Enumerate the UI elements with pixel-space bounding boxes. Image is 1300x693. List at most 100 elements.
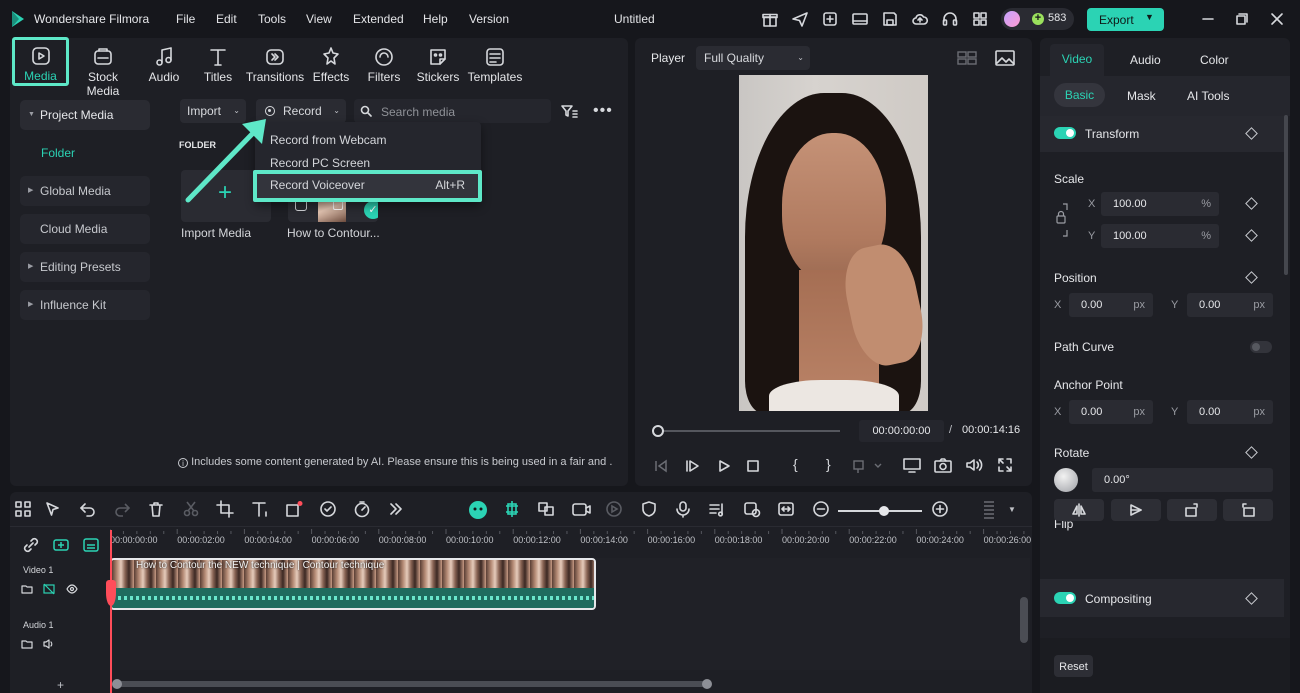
position-keyframe-icon[interactable] xyxy=(1245,271,1258,284)
speaker-icon[interactable] xyxy=(43,638,55,650)
tab-audio[interactable]: Audio xyxy=(134,42,194,88)
menu-edit[interactable]: Edit xyxy=(216,12,237,26)
audio-mix-icon[interactable] xyxy=(708,500,728,520)
minimize-icon[interactable] xyxy=(1199,10,1217,28)
grid-view-icon[interactable] xyxy=(957,50,977,66)
tab-titles[interactable]: Titles xyxy=(188,42,248,88)
play-icon[interactable] xyxy=(716,458,732,474)
stop-icon[interactable] xyxy=(745,458,761,474)
fullscreen-icon[interactable] xyxy=(997,457,1013,473)
play-reverse-icon[interactable] xyxy=(684,458,700,474)
mark-out-icon[interactable]: } xyxy=(826,456,831,472)
grid-apps-icon[interactable] xyxy=(971,10,989,28)
tab-video[interactable]: Video xyxy=(1050,44,1104,76)
zoom-slider[interactable] xyxy=(838,506,922,516)
flip-horizontal-button[interactable] xyxy=(1054,499,1104,521)
scrubber-handle[interactable] xyxy=(652,425,664,437)
subtab-basic[interactable]: Basic xyxy=(1054,83,1105,107)
tab-transitions[interactable]: Transitions xyxy=(244,42,306,88)
send-icon[interactable] xyxy=(791,10,809,28)
rotate-counterclockwise-button[interactable] xyxy=(1223,499,1273,521)
record-from-webcam-item[interactable]: Record from Webcam xyxy=(255,129,481,151)
crop-icon[interactable] xyxy=(216,500,236,520)
scale-x-field[interactable]: 100.00 % xyxy=(1101,192,1219,216)
undo-icon[interactable] xyxy=(79,500,99,520)
anchor-y-field[interactable]: 0.00 px xyxy=(1187,400,1273,424)
tab-audio[interactable]: Audio xyxy=(1130,53,1161,67)
prev-frame-icon[interactable] xyxy=(653,458,669,474)
close-icon[interactable] xyxy=(1268,10,1286,28)
current-time[interactable]: 00:00:00:00 xyxy=(859,420,944,442)
folder-lock-icon[interactable] xyxy=(21,583,33,595)
select-tool-icon[interactable] xyxy=(44,500,64,520)
split-icon[interactable] xyxy=(182,500,202,520)
layout-icon[interactable] xyxy=(851,10,869,28)
search-box[interactable]: Search media xyxy=(354,99,551,123)
gift-icon[interactable] xyxy=(761,10,779,28)
zoom-in-icon[interactable] xyxy=(931,500,951,520)
cloud-upload-icon[interactable] xyxy=(911,10,929,28)
snapshot-image-icon[interactable] xyxy=(995,49,1015,67)
tab-stickers[interactable]: Stickers xyxy=(408,42,468,88)
path-curve-toggle[interactable] xyxy=(1250,341,1272,353)
microphone-icon[interactable] xyxy=(674,500,694,520)
fit-timeline-icon[interactable] xyxy=(777,500,797,520)
compositing-toggle[interactable] xyxy=(1054,592,1076,604)
monitor-icon[interactable] xyxy=(903,457,921,473)
link-icon[interactable] xyxy=(22,536,42,556)
link-clips-icon[interactable] xyxy=(537,500,557,520)
tab-templates[interactable]: Templates xyxy=(464,42,526,88)
sidebar-item-influence-kit[interactable]: ▶ Influence Kit xyxy=(20,290,150,320)
tab-effects[interactable]: Effects xyxy=(301,42,361,88)
menu-extended[interactable]: Extended xyxy=(353,12,404,26)
menu-tools[interactable]: Tools xyxy=(258,12,286,26)
add-audio-track-icon[interactable] xyxy=(82,536,102,556)
anchor-x-field[interactable]: 0.00 px xyxy=(1069,400,1153,424)
add-track-icon[interactable]: + xyxy=(57,678,64,692)
sidebar-item-editing-presets[interactable]: ▶ Editing Presets xyxy=(20,252,150,282)
filter-sort-icon[interactable] xyxy=(560,102,578,120)
credits-badge[interactable]: + 583 xyxy=(1001,8,1074,30)
timeline-layout-icon[interactable] xyxy=(982,500,1002,520)
more-tools-icon[interactable] xyxy=(387,500,407,520)
properties-scrollbar[interactable] xyxy=(1284,115,1288,275)
clip-label[interactable]: How to Contour... xyxy=(287,226,380,240)
auto-ripple-icon[interactable] xyxy=(571,500,591,520)
delete-icon[interactable] xyxy=(147,500,167,520)
video-clip[interactable]: How to Contour the NEW technique | Conto… xyxy=(110,558,596,610)
menu-version[interactable]: Version xyxy=(469,12,509,26)
sidebar-item-folder[interactable]: Folder xyxy=(41,146,75,160)
scale-y-keyframe-icon[interactable] xyxy=(1245,229,1258,242)
timeline-vertical-scrollbar[interactable] xyxy=(1020,597,1028,643)
quality-dropdown[interactable]: Full Quality ⌄ xyxy=(696,46,810,70)
folder-lock-icon[interactable] xyxy=(21,638,33,650)
add-video-track-icon[interactable] xyxy=(52,536,72,556)
snap-icon[interactable] xyxy=(503,500,523,520)
sidebar-item-cloud-media[interactable]: Cloud Media xyxy=(20,214,150,244)
save-icon[interactable] xyxy=(881,10,899,28)
headset-icon[interactable] xyxy=(941,10,959,28)
insert-marker-icon[interactable] xyxy=(851,458,883,474)
color-mask-icon[interactable] xyxy=(285,500,305,520)
ai-mate-icon[interactable] xyxy=(468,500,488,520)
sidebar-item-global-media[interactable]: ▶ Global Media xyxy=(20,176,150,206)
transform-toggle[interactable] xyxy=(1054,127,1076,139)
menu-file[interactable]: File xyxy=(176,12,195,26)
camera-snapshot-icon[interactable] xyxy=(934,457,952,473)
subtab-mask[interactable]: Mask xyxy=(1127,89,1156,103)
scale-y-field[interactable]: 100.00 % xyxy=(1101,224,1219,248)
rotate-clockwise-button[interactable] xyxy=(1167,499,1217,521)
more-options-icon[interactable]: ••• xyxy=(593,102,613,120)
scale-lock-icon[interactable] xyxy=(1055,202,1077,238)
effects-tool-icon[interactable] xyxy=(319,500,339,520)
restore-icon[interactable] xyxy=(1233,10,1251,28)
redo-icon[interactable] xyxy=(113,500,133,520)
layout-grid-icon[interactable] xyxy=(14,500,34,520)
chevron-down-icon[interactable]: ▼ xyxy=(1008,505,1016,514)
volume-icon[interactable] xyxy=(965,457,983,473)
text-tool-icon[interactable] xyxy=(250,500,270,520)
rotate-dial[interactable] xyxy=(1054,468,1078,492)
media-replace-icon[interactable] xyxy=(743,500,763,520)
search-input[interactable]: Search media xyxy=(381,100,455,124)
rotate-field[interactable]: 0.00° xyxy=(1092,468,1273,492)
